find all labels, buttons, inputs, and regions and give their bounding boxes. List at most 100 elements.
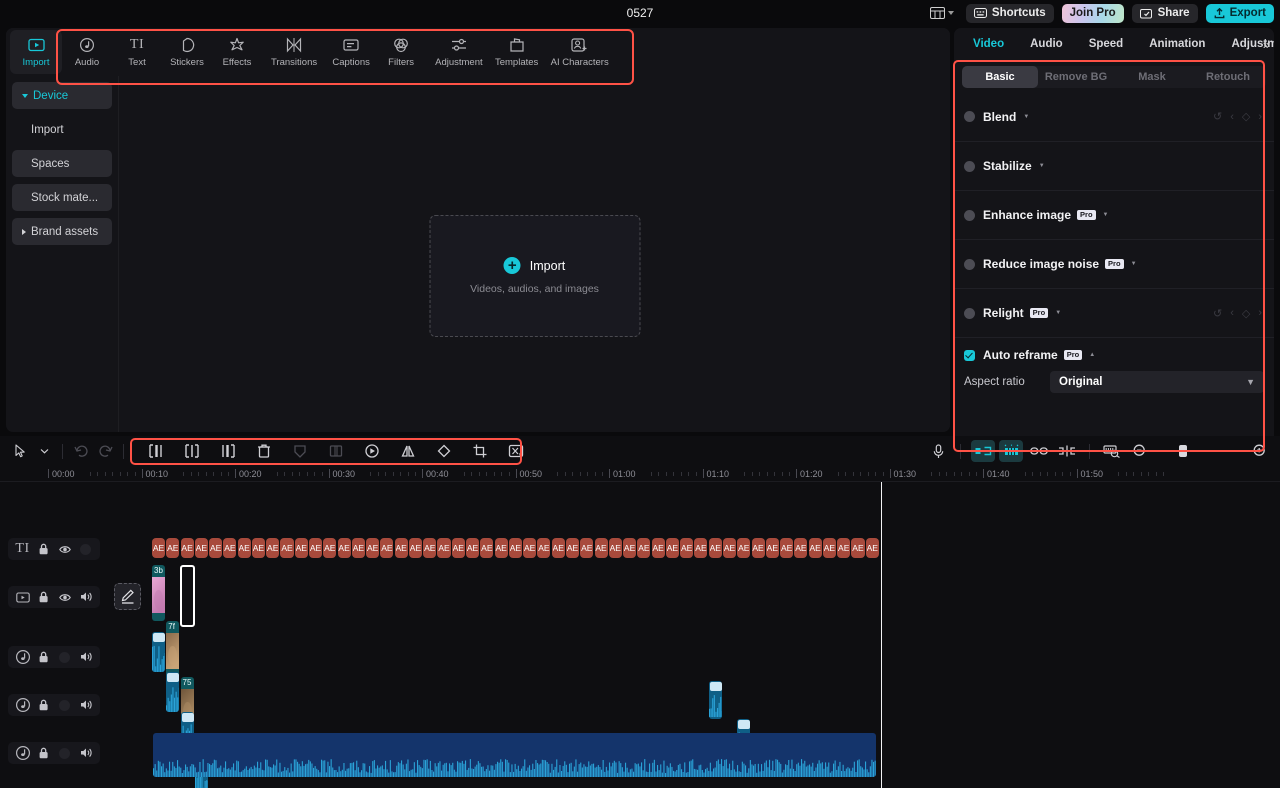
split-tool[interactable] [174,440,210,462]
properties-tab-speed[interactable]: Speed [1076,38,1137,50]
track-lock-icon[interactable] [34,588,53,606]
media-tab-adjustment[interactable]: Adjustment [426,30,492,74]
track-header-audio-track-3[interactable] [8,742,100,764]
zoom-slider-knob[interactable] [1179,445,1187,457]
sidebar-item-brand-assets[interactable]: Brand assets [12,218,112,245]
freeze-frame-tool[interactable] [318,440,354,462]
sidebar-item-device[interactable]: Device [12,82,112,109]
property-checkbox[interactable] [964,210,975,221]
smart-cutout-tool[interactable] [498,440,534,462]
text-clip[interactable]: AE [238,538,251,558]
text-clip[interactable]: AE [223,538,236,558]
record-voiceover-button[interactable] [926,440,950,462]
magnetic-timeline-toggle[interactable] [971,440,995,462]
text-clip[interactable]: AE [680,538,693,558]
track-eye-icon[interactable] [55,540,74,558]
media-tab-text[interactable]: TIText [112,30,162,74]
media-tab-effects[interactable]: Effects [212,30,262,74]
text-clip[interactable]: AE [295,538,308,558]
media-tab-import[interactable]: Import [10,30,62,74]
share-button[interactable]: Share [1132,4,1198,23]
chevron-up-icon[interactable]: ▲ [1089,352,1095,358]
sidebar-item-import[interactable]: Import [12,116,112,143]
text-clip[interactable]: AE [866,538,879,558]
text-clip[interactable]: AE [195,538,208,558]
track-speaker-icon[interactable] [76,696,95,714]
text-clip[interactable]: AE [309,538,322,558]
text-clip[interactable]: AE [252,538,265,558]
sidebar-item-stock-mate[interactable]: Stock mate... [12,184,112,211]
text-clip[interactable]: AE [552,538,565,558]
text-clip[interactable]: AE [366,538,379,558]
text-clip[interactable]: AE [266,538,279,558]
property-checkbox[interactable] [964,111,975,122]
text-clip[interactable]: AE [837,538,850,558]
text-clip[interactable]: AE [166,538,179,558]
crop-tool[interactable] [462,440,498,462]
properties-tab-video[interactable]: Video [960,38,1017,50]
track-header-audio-track-2[interactable] [8,694,100,716]
text-clip[interactable]: AE [794,538,807,558]
add-keyframe-icon[interactable]: ◇ [1242,110,1250,123]
text-clip[interactable]: AE [466,538,479,558]
audio-clip[interactable] [709,681,722,719]
text-clip[interactable]: AE [452,538,465,558]
properties-segment-remove-bg[interactable]: Remove BG [1038,66,1114,88]
timeline-zoom-slider[interactable] [1160,445,1240,457]
property-checkbox[interactable] [964,161,975,172]
track-eye-icon[interactable] [55,588,74,606]
text-clip[interactable]: AE [480,538,493,558]
media-tab-captions[interactable]: Captions [326,30,376,74]
timeline-ruler[interactable]: 00:0000:1000:2000:3000:4000:5001:0001:10… [0,466,1280,482]
reset-icon[interactable]: ↺ [1213,307,1222,320]
playhead-line[interactable] [881,482,882,788]
text-clip[interactable]: AE [323,538,336,558]
audio-clip[interactable] [152,632,165,672]
text-clip[interactable]: AE [495,538,508,558]
chevron-down-icon[interactable]: ▼ [1103,212,1109,218]
text-clip[interactable]: AE [380,538,393,558]
text-clip[interactable]: AE [152,538,165,558]
text-clip[interactable]: AE [723,538,736,558]
text-clip[interactable]: AE [280,538,293,558]
export-button[interactable]: Export [1206,4,1274,23]
text-clip[interactable]: AE [652,538,665,558]
aspect-ratio-select[interactable]: Original▼ [1050,371,1264,393]
next-keyframe-icon[interactable]: › [1258,307,1262,319]
text-clip[interactable]: AE [352,538,365,558]
speed-tool[interactable] [354,440,390,462]
select-cursor-tool[interactable] [8,440,32,462]
rotate-tool[interactable] [426,440,462,462]
text-clip[interactable]: AE [209,538,222,558]
text-clip[interactable]: AE [752,538,765,558]
track-header-audio-track-1[interactable] [8,646,100,668]
text-clip[interactable]: AE [823,538,836,558]
zoom-in-button[interactable] [1248,440,1272,462]
text-clip[interactable]: AE [737,538,750,558]
media-tab-audio[interactable]: Audio [62,30,112,74]
chevron-down-icon[interactable]: ▼ [1039,163,1045,169]
import-dropzone[interactable]: + Import Videos, audios, and images [429,215,640,337]
chevron-down-icon[interactable]: ▼ [1131,261,1137,267]
media-tab-stickers[interactable]: Stickers [162,30,212,74]
music-clip[interactable] [153,733,876,777]
split-right-tool[interactable] [210,440,246,462]
text-clip[interactable]: AE [566,538,579,558]
properties-segment-retouch[interactable]: Retouch [1190,66,1266,88]
media-tab-filters[interactable]: Filters [376,30,426,74]
text-clip[interactable]: AE [666,538,679,558]
track-speaker-icon[interactable] [76,744,95,762]
snap-toggle[interactable] [1055,440,1079,462]
track-lock-icon[interactable] [34,744,53,762]
zoom-out-button[interactable] [1128,440,1152,462]
prev-keyframe-icon[interactable]: ‹ [1230,111,1234,123]
properties-segment-basic[interactable]: Basic [962,66,1038,88]
delete-tool[interactable] [246,440,282,462]
text-clip[interactable]: AE [181,538,194,558]
auto-ripple-toggle[interactable] [999,440,1023,462]
undo-button[interactable] [69,440,93,462]
mirror-tool[interactable] [390,440,426,462]
track-header-text-track[interactable]: TI [8,538,100,560]
sidebar-item-spaces[interactable]: Spaces [12,150,112,177]
video-clip[interactable]: 3b [152,565,165,621]
